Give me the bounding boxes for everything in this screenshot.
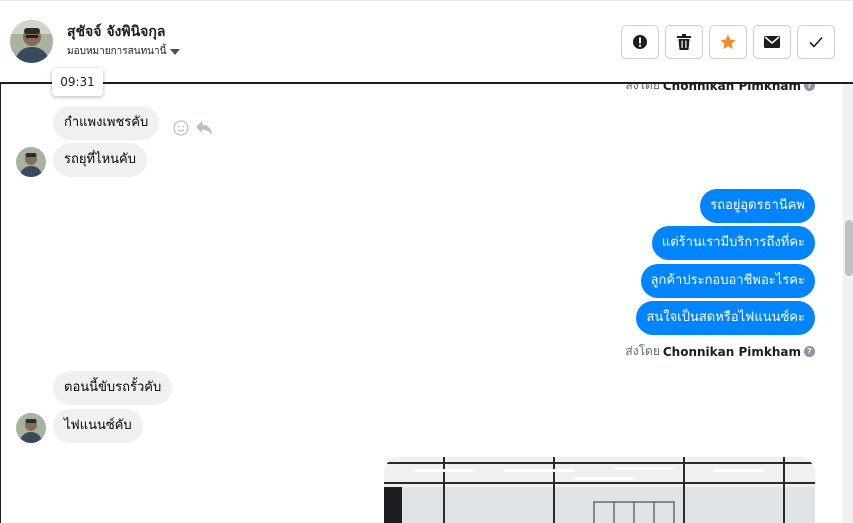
timestamp-tooltip: 09:31	[52, 68, 103, 96]
message-bubble-outgoing[interactable]: รถอยู่อุดรธานีคพ	[700, 189, 815, 223]
mark-done-button[interactable]	[797, 25, 835, 59]
message-bubble-incoming[interactable]: กำแพงเพชรคับ	[53, 106, 160, 140]
delete-button[interactable]	[665, 25, 703, 59]
sent-by-label: ส่งโดย Chonnikan Pimkham ?	[625, 84, 815, 95]
sent-by-label: ส่งโดย Chonnikan Pimkham ?	[625, 342, 815, 361]
contact-name: สุชัจจ์ จังพินิจกุล	[67, 24, 166, 40]
message-bubble-incoming[interactable]: ตอนนี้ขับรถรั้วคับ	[53, 371, 173, 405]
message-bubble-incoming[interactable]: รถยุที่ไหนคับ	[53, 143, 147, 177]
chevron-down-icon	[170, 48, 181, 55]
check-icon	[809, 36, 823, 48]
conversation-header: สุชัจจ์ จังพินิจกุล มอบหมายการสนทนานี้	[0, 3, 853, 82]
assign-label: มอบหมายการสนทนานี้	[67, 46, 167, 57]
message-bubble-outgoing[interactable]: สนใจเป็นสดหรือไฟแนนซ์คะ	[636, 301, 815, 335]
message-bubble-outgoing[interactable]: ลูกค้าประกอบอาชีพอะไรคะ	[640, 264, 815, 298]
star-button[interactable]	[709, 25, 747, 59]
scrollbar-thumb[interactable]	[845, 220, 853, 276]
conversation-actions	[621, 25, 835, 59]
message-thread[interactable]: ส่งโดย Chonnikan Pimkham ? กำแพงเพชรคับ …	[0, 82, 853, 523]
alert-icon	[633, 35, 647, 49]
help-icon[interactable]: ?	[804, 84, 815, 91]
message-bubble-outgoing[interactable]: แต่ร้านเรามีบริการถึงที่คะ	[651, 226, 815, 260]
scrollbar-track[interactable]	[843, 84, 853, 523]
star-icon	[720, 34, 736, 49]
mail-icon	[764, 36, 780, 48]
message-actions	[173, 120, 213, 136]
contact-avatar-small	[16, 147, 46, 177]
mark-spam-button[interactable]	[621, 25, 659, 59]
emoji-reaction-icon[interactable]	[173, 120, 189, 136]
contact-avatar-small	[16, 413, 46, 443]
photo-attachment[interactable]	[384, 457, 815, 523]
assign-conversation-dropdown[interactable]: มอบหมายการสนทนานี้	[67, 44, 181, 59]
mark-unread-button[interactable]	[753, 25, 791, 59]
message-bubble-incoming[interactable]: ไฟแนนซ์คับ	[53, 409, 143, 443]
help-icon[interactable]: ?	[804, 346, 815, 357]
reply-icon[interactable]	[195, 120, 213, 136]
trash-icon	[677, 34, 691, 50]
contact-avatar[interactable]	[10, 20, 53, 63]
